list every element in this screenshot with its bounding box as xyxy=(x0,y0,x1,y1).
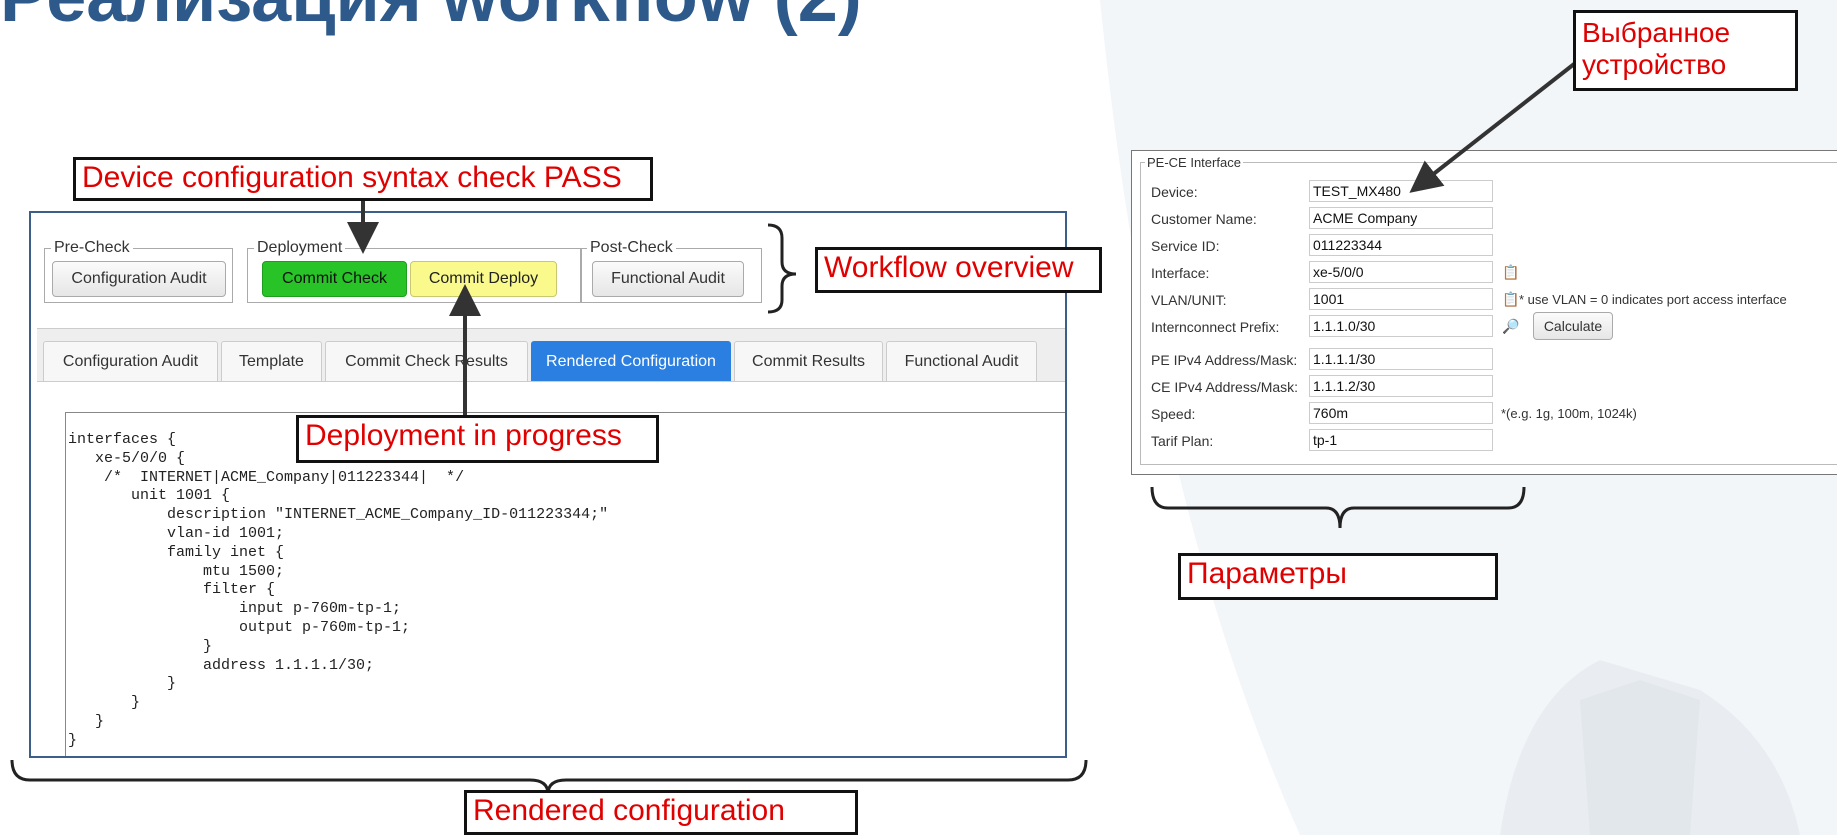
ce-ipv4-field[interactable]: 1.1.1.2/30 xyxy=(1309,375,1493,397)
speed-hint: *(e.g. 1g, 100m, 1024k) xyxy=(1501,406,1637,421)
pre-check-legend: Pre-Check xyxy=(54,239,130,256)
commit-deploy-button[interactable]: Commit Deploy xyxy=(410,261,557,297)
customer-name-label: Customer Name: xyxy=(1151,211,1257,227)
prefix-label: Internconnect Prefix: xyxy=(1151,319,1280,335)
ce-ipv4-row: CE IPv4 Address/Mask: 1.1.1.2/30 xyxy=(1132,375,1832,399)
tab-commit-results[interactable]: Commit Results xyxy=(734,341,883,381)
tab-commit-check-results[interactable]: Commit Check Results xyxy=(325,341,528,381)
configuration-audit-button[interactable]: Configuration Audit xyxy=(52,261,226,297)
interface-field[interactable]: xe-5/0/0 xyxy=(1309,261,1493,283)
device-row: Device: TEST_MX480 xyxy=(1132,180,1832,204)
speed-row: Speed: 760m *(e.g. 1g, 100m, 1024k) xyxy=(1132,402,1832,426)
ce-ipv4-label: CE IPv4 Address/Mask: xyxy=(1151,379,1299,395)
functional-audit-button[interactable]: Functional Audit xyxy=(592,261,744,297)
customer-name-row: Customer Name: ACME Company xyxy=(1132,207,1832,231)
prefix-field[interactable]: 1.1.1.0/30 xyxy=(1309,315,1493,337)
pe-ipv4-label: PE IPv4 Address/Mask: xyxy=(1151,352,1298,368)
tab-configuration-audit[interactable]: Configuration Audit xyxy=(43,341,218,381)
callout-workflow-overview: Workflow overview xyxy=(815,247,1102,293)
tab-bar: Configuration Audit Template Commit Chec… xyxy=(37,328,1065,756)
callout-deployment-progress: Deployment in progress xyxy=(296,415,659,463)
interface-row: Interface: xe-5/0/0 📋 xyxy=(1132,261,1832,285)
tarif-plan-row: Tarif Plan: tp-1 xyxy=(1132,429,1832,453)
service-id-row: Service ID: 011223344 xyxy=(1132,234,1832,258)
tab-rendered-configuration[interactable]: Rendered Configuration xyxy=(531,341,731,381)
tab-functional-audit[interactable]: Functional Audit xyxy=(886,341,1037,381)
slide-title: Реализация workflow (2) xyxy=(0,0,862,38)
service-id-field[interactable]: 011223344 xyxy=(1309,234,1493,256)
pe-ce-legend: PE-CE Interface xyxy=(1147,155,1241,170)
speed-field[interactable]: 760m xyxy=(1309,402,1493,424)
clipboard-icon[interactable]: 📋 xyxy=(1502,264,1519,281)
deployment-legend: Deployment xyxy=(257,239,343,256)
vlan-field[interactable]: 1001 xyxy=(1309,288,1493,310)
callout-selected-device: Выбранное устройство xyxy=(1573,10,1798,91)
device-field[interactable]: TEST_MX480 xyxy=(1309,180,1493,202)
service-id-label: Service ID: xyxy=(1151,238,1220,254)
tab-template[interactable]: Template xyxy=(221,341,322,381)
rendered-config-textarea[interactable]: interfaces { xe-5/0/0 { /* INTERNET|ACME… xyxy=(65,412,1065,756)
interface-label: Interface: xyxy=(1151,265,1210,281)
customer-name-field[interactable]: ACME Company xyxy=(1309,207,1493,229)
commit-check-button[interactable]: Commit Check xyxy=(262,261,407,297)
calculate-button[interactable]: Calculate xyxy=(1533,312,1613,340)
workflow-panel: Pre-Check Configuration Audit Deployment… xyxy=(29,211,1067,758)
speed-label: Speed: xyxy=(1151,406,1196,422)
pe-ipv4-field[interactable]: 1.1.1.1/30 xyxy=(1309,348,1493,370)
callout-syntax-check: Device configuration syntax check PASS xyxy=(73,157,653,201)
tarif-plan-label: Tarif Plan: xyxy=(1151,433,1214,449)
callout-rendered-configuration: Rendered configuration xyxy=(464,790,858,835)
vlan-label: VLAN/UNIT: xyxy=(1151,292,1227,308)
rendered-config-code: interfaces { xe-5/0/0 { /* INTERNET|ACME… xyxy=(68,431,609,749)
post-check-legend: Post-Check xyxy=(590,239,673,256)
clipboard-icon[interactable]: 📋 xyxy=(1502,291,1519,308)
prefix-row: Internconnect Prefix: 1.1.1.0/30 🔎 Calcu… xyxy=(1132,312,1832,340)
search-icon[interactable]: 🔎 xyxy=(1502,318,1519,335)
pe-ipv4-row: PE IPv4 Address/Mask: 1.1.1.1/30 xyxy=(1132,348,1832,372)
tarif-plan-field[interactable]: tp-1 xyxy=(1309,429,1493,451)
vlan-row: VLAN/UNIT: 1001 📋 * use VLAN = 0 indicat… xyxy=(1132,288,1832,312)
vlan-hint: * use VLAN = 0 indicates port access int… xyxy=(1519,292,1787,307)
device-label: Device: xyxy=(1151,184,1198,200)
callout-parameters: Параметры xyxy=(1178,553,1498,600)
pe-ce-interface-form: PE-CE Interface Device: TEST_MX480 Custo… xyxy=(1131,150,1837,475)
